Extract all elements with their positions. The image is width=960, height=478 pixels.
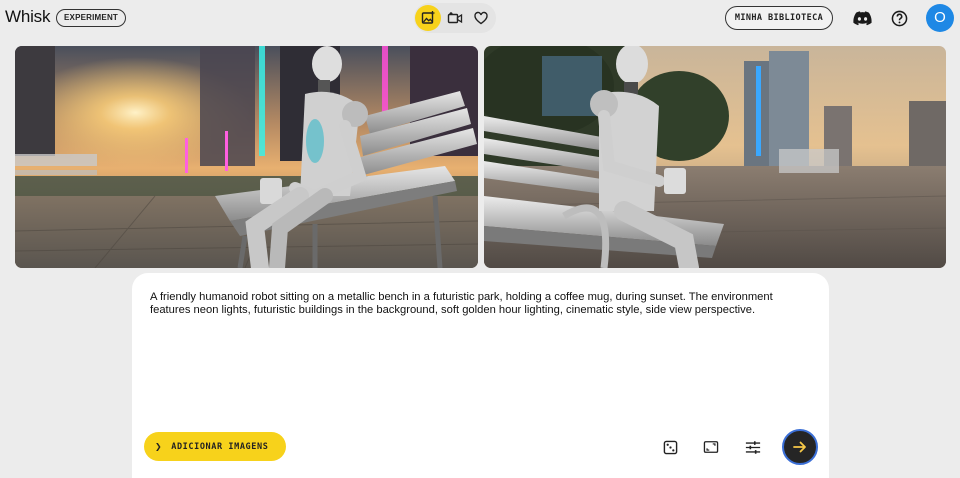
randomize-button[interactable]: [659, 436, 681, 458]
generated-image-1[interactable]: [15, 46, 478, 268]
submit-button[interactable]: [782, 429, 818, 465]
experiment-badge: EXPERIMENT: [56, 9, 127, 27]
discord-icon: [852, 10, 872, 25]
help-button[interactable]: [889, 8, 909, 28]
prompt-input[interactable]: A friendly humanoid robot sitting on a m…: [150, 291, 810, 317]
favorites-button[interactable]: [468, 5, 494, 31]
settings-sliders-icon: [745, 440, 761, 454]
favorites-icon: [474, 11, 488, 25]
aspect-ratio-button[interactable]: [700, 436, 722, 458]
generated-image-2[interactable]: [484, 46, 946, 268]
app-title[interactable]: Whisk: [5, 7, 50, 27]
top-bar: Whisk EXPERIMENT MINHA BIBLIOTECA O: [0, 0, 960, 36]
mode-switch: [414, 3, 496, 33]
add-images-label: ADICIONAR IMAGENS: [171, 441, 269, 452]
chevron-right-icon: ❯: [155, 440, 163, 453]
discord-button[interactable]: [852, 8, 872, 28]
arrow-right-icon: [793, 441, 806, 453]
aspect-ratio-icon: [703, 441, 719, 453]
avatar[interactable]: O: [926, 4, 954, 32]
add-images-button[interactable]: ❯ ADICIONAR IMAGENS: [144, 432, 286, 461]
library-button[interactable]: MINHA BIBLIOTECA: [725, 6, 833, 30]
help-icon: [891, 10, 907, 26]
dice-icon: [663, 440, 677, 454]
robot-bench-sideview-image: [484, 46, 946, 268]
image-mode-icon: [421, 11, 435, 24]
prompt-panel: A friendly humanoid robot sitting on a m…: [132, 273, 829, 478]
settings-button[interactable]: [742, 436, 764, 458]
robot-bench-sunset-image: [15, 46, 478, 268]
image-mode-button[interactable]: [415, 5, 441, 31]
video-mode-button[interactable]: [442, 5, 468, 31]
video-mode-icon: [447, 12, 463, 24]
